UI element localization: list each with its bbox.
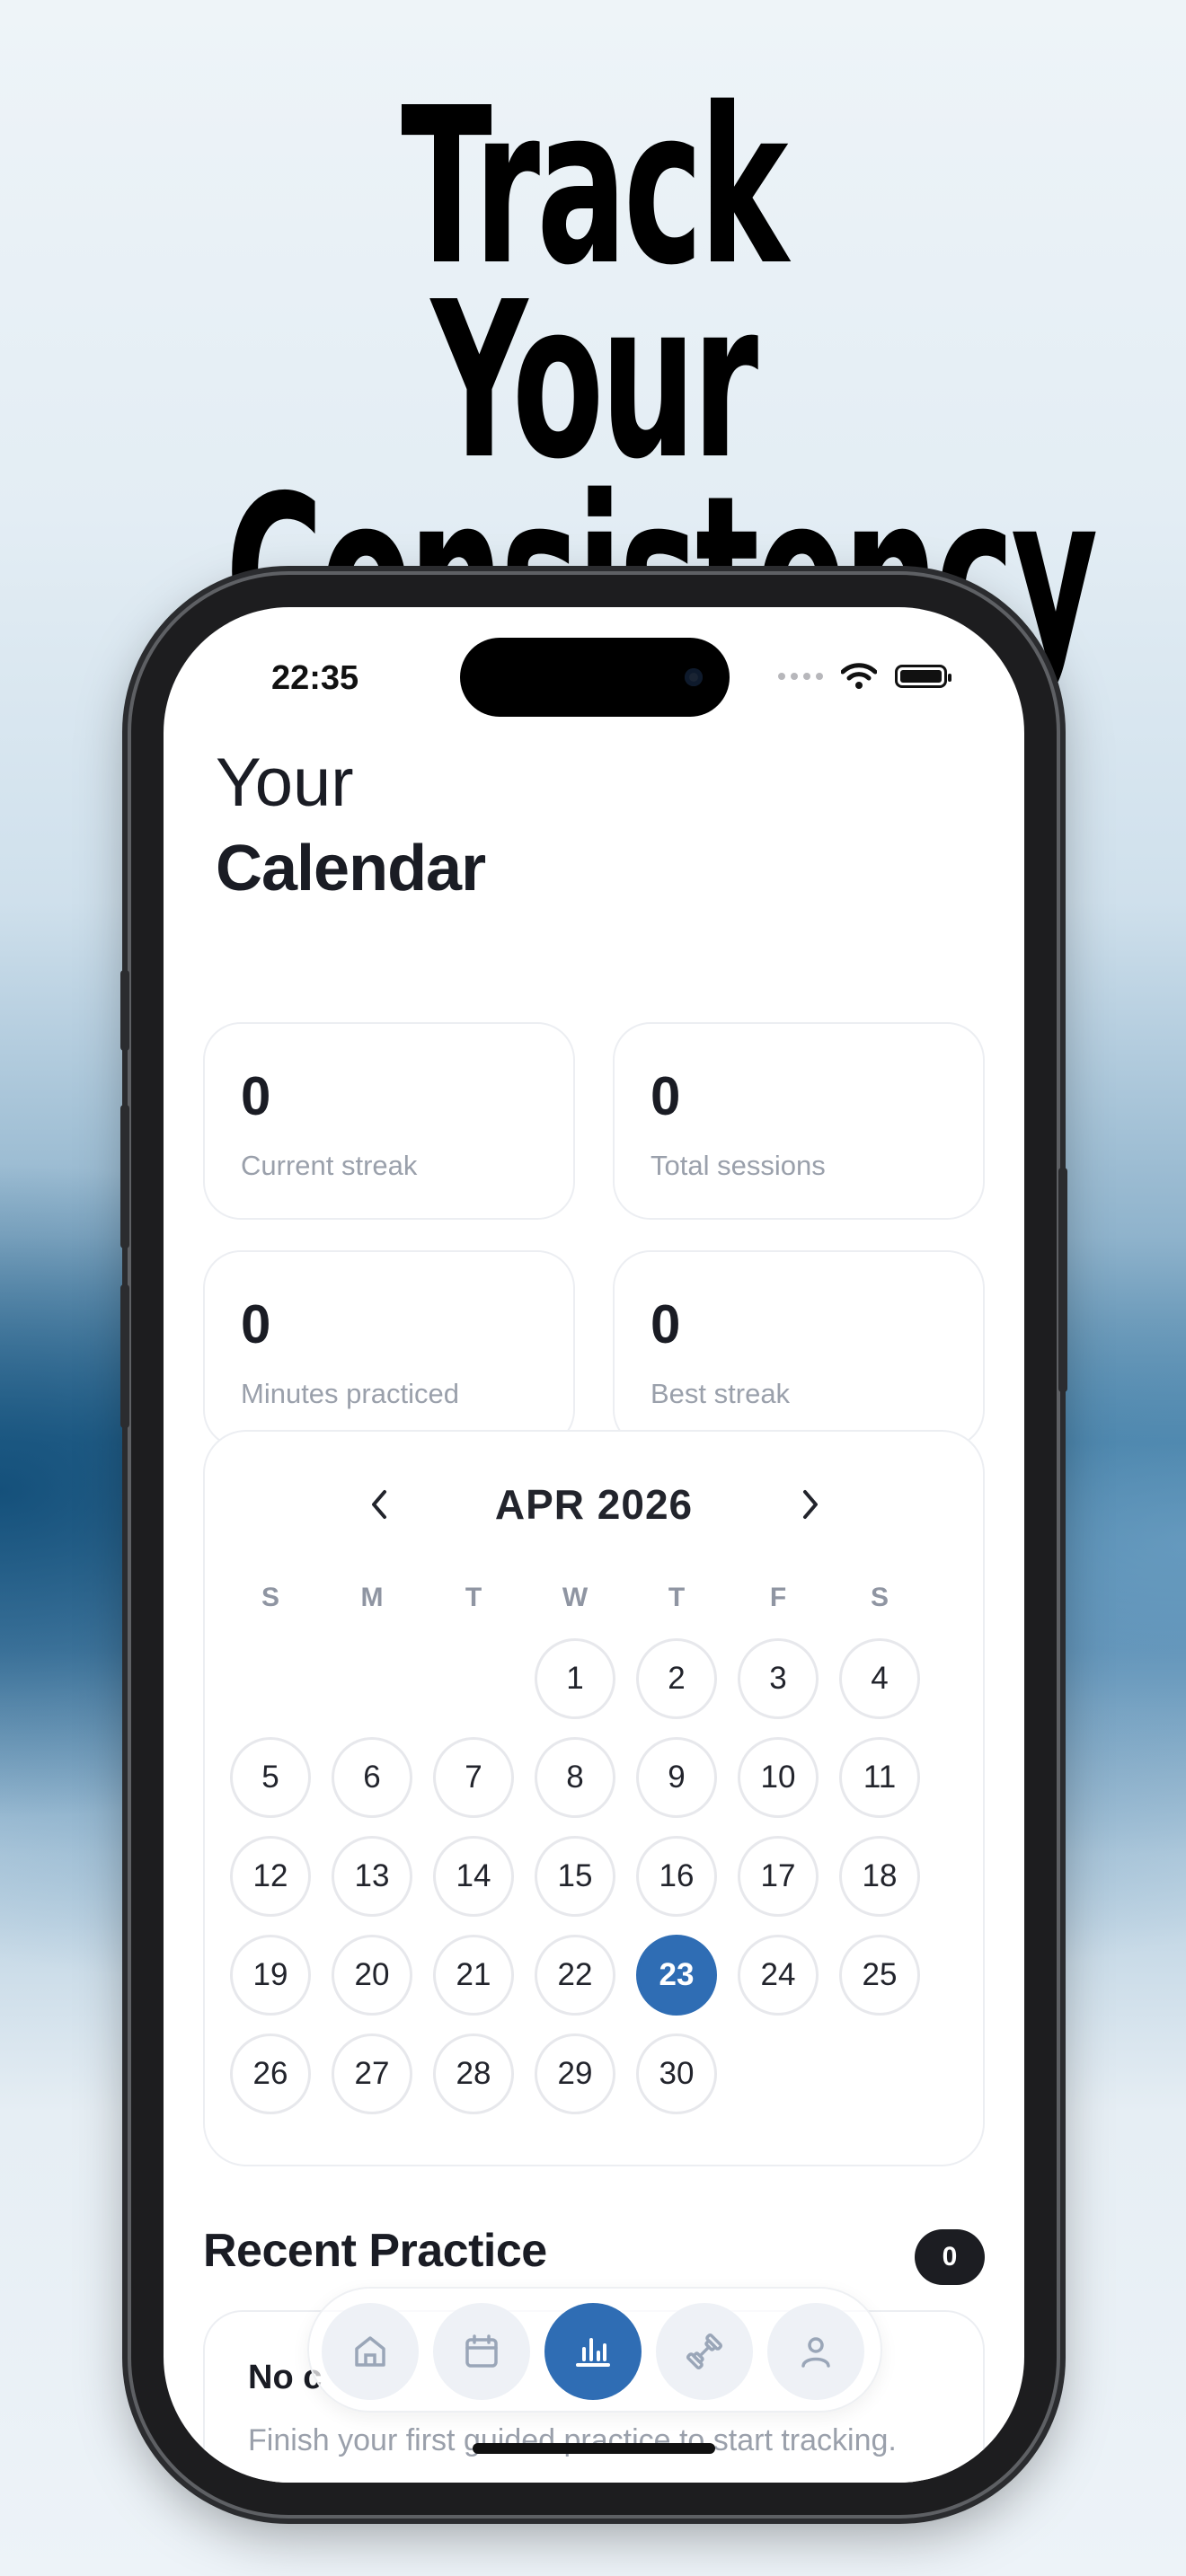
stat-card-total-sessions: 0 Total sessions	[613, 1022, 985, 1220]
calendar-day[interactable]: 27	[332, 2033, 412, 2114]
calendar-day[interactable]: 6	[332, 1737, 412, 1818]
calendar-day[interactable]: 8	[535, 1737, 615, 1818]
chevron-right-icon	[803, 1490, 818, 1519]
wifi-icon	[841, 663, 877, 689]
calendar-day[interactable]: 7	[433, 1737, 514, 1818]
calendar-card: APR 2026 SMTWTFS 1 2 3 4 5 6 7 8 9 10 11 12 13 14 15 16…	[203, 1430, 985, 2166]
calendar-day[interactable]: 3	[738, 1638, 819, 1719]
calendar-day[interactable]: 1	[535, 1638, 615, 1719]
weekday-label: W	[562, 1583, 589, 1612]
dynamic-island	[460, 638, 730, 717]
weekday-label: T	[465, 1583, 482, 1612]
calendar-day[interactable]: 25	[839, 1935, 920, 2016]
chevron-left-icon	[372, 1490, 386, 1519]
chart-icon	[576, 2338, 610, 2367]
calendar-day[interactable]: 9	[636, 1737, 717, 1818]
stat-value: 0	[241, 1294, 271, 1354]
stat-label: Minutes practiced	[241, 1378, 459, 1409]
battery-icon	[895, 665, 951, 688]
calendar-month-label: APR 2026	[494, 1481, 694, 1528]
calendar-day[interactable]: 21	[433, 1935, 514, 2016]
calendar-icon	[465, 2334, 498, 2368]
volume-down-button	[120, 1284, 129, 1428]
page-title-light: Your	[216, 745, 354, 821]
headline-line-1: Track Your	[401, 61, 788, 507]
home-icon	[355, 2336, 385, 2367]
calendar-day-selected[interactable]: 23	[636, 1935, 717, 2016]
status-time: 22:35	[271, 659, 359, 697]
person-icon	[801, 2337, 830, 2368]
tab-bar	[307, 2287, 882, 2413]
next-month-button[interactable]	[792, 1480, 828, 1529]
tab-home[interactable]	[322, 2303, 419, 2400]
calendar-day[interactable]: 29	[535, 2033, 615, 2114]
camera-icon	[685, 668, 703, 686]
calendar-day[interactable]: 22	[535, 1935, 615, 2016]
volume-up-button	[120, 1105, 129, 1248]
app-screen: 22:35 Your Calendar 0 Current streak 0 T…	[164, 607, 1024, 2483]
cellular-signal-icon	[778, 673, 823, 680]
calendar-day[interactable]: 30	[636, 2033, 717, 2114]
tab-stats[interactable]	[544, 2303, 642, 2400]
calendar-day[interactable]: 20	[332, 1935, 412, 2016]
calendar-day[interactable]: 17	[738, 1836, 819, 1917]
page-title: Calendar	[216, 833, 486, 904]
action-button	[120, 970, 129, 1051]
tab-profile[interactable]	[767, 2303, 864, 2400]
stat-label: Current streak	[241, 1150, 418, 1181]
recent-count-badge: 0	[915, 2229, 985, 2285]
tab-calendar[interactable]	[433, 2303, 530, 2400]
calendar-day[interactable]: 15	[535, 1836, 615, 1917]
dumbbell-icon	[686, 2333, 723, 2370]
calendar-day[interactable]: 5	[230, 1737, 311, 1818]
calendar-day[interactable]: 28	[433, 2033, 514, 2114]
tab-workouts[interactable]	[656, 2303, 753, 2400]
weekday-label: F	[769, 1583, 787, 1612]
calendar-day[interactable]: 14	[433, 1836, 514, 1917]
stat-card-best-streak: 0 Best streak	[613, 1250, 985, 1448]
weekday-label: T	[668, 1583, 686, 1612]
home-indicator	[473, 2443, 715, 2454]
stat-label: Best streak	[651, 1378, 791, 1409]
stat-card-minutes-practiced: 0 Minutes practiced	[203, 1250, 575, 1448]
calendar-day[interactable]: 11	[839, 1737, 920, 1818]
status-icons	[778, 663, 951, 690]
calendar-day[interactable]: 19	[230, 1935, 311, 2016]
calendar-day[interactable]: 2	[636, 1638, 717, 1719]
stat-label: Total sessions	[651, 1150, 826, 1181]
calendar-day[interactable]: 26	[230, 2033, 311, 2114]
calendar-day[interactable]: 18	[839, 1836, 920, 1917]
phone-frame: 22:35 Your Calendar 0 Current streak 0 T…	[120, 575, 1067, 2515]
recent-practice-heading: Recent Practice	[203, 2225, 547, 2277]
stat-value: 0	[651, 1066, 681, 1126]
stat-value: 0	[241, 1066, 271, 1126]
calendar-day[interactable]: 24	[738, 1935, 819, 2016]
weekday-label: S	[870, 1583, 889, 1612]
calendar-day[interactable]: 10	[738, 1737, 819, 1818]
previous-month-button[interactable]	[361, 1480, 397, 1529]
stat-value: 0	[651, 1294, 681, 1354]
calendar-day[interactable]: 12	[230, 1836, 311, 1917]
power-button	[1058, 1168, 1067, 1392]
weekday-label: M	[360, 1583, 384, 1612]
calendar-day[interactable]: 16	[636, 1836, 717, 1917]
calendar-day[interactable]: 13	[332, 1836, 412, 1917]
calendar-day[interactable]: 4	[839, 1638, 920, 1719]
weekday-label: S	[261, 1583, 279, 1612]
stat-card-current-streak: 0 Current streak	[203, 1022, 575, 1220]
